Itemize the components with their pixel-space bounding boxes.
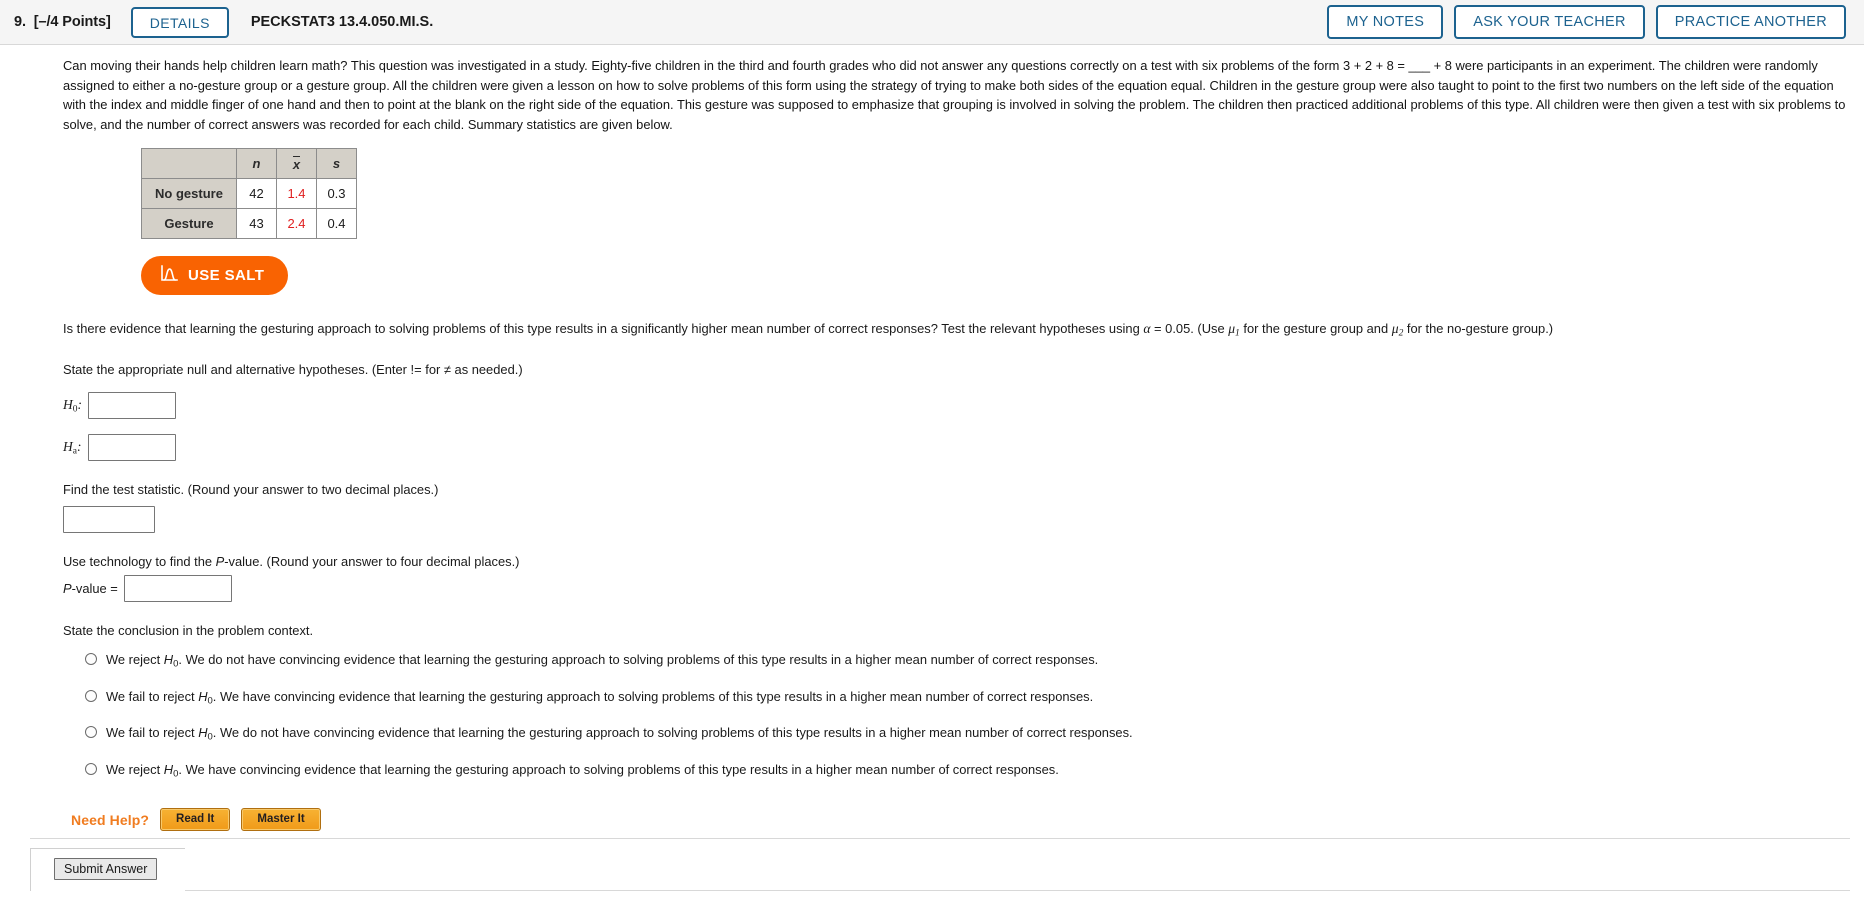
h0-row: H0: [63, 392, 1864, 420]
h0-label-colon: : [77, 397, 83, 413]
need-help-label: Need Help? [71, 811, 150, 828]
conclusion-option-1-label: We reject H0. We do not have convincing … [106, 651, 1098, 671]
question-prompt-part4: for the no-gesture group.) [1403, 321, 1554, 337]
p-value-row: P-value = [63, 575, 1864, 603]
conclusion-radio-1[interactable] [85, 653, 97, 666]
ha-row: Ha: [63, 434, 1864, 462]
cell-gesture-s: 0.4 [316, 208, 357, 240]
opt3-pre: We fail to reject [106, 725, 199, 741]
opt2-pre: We fail to reject [106, 688, 199, 704]
question-number: 9. [14, 14, 26, 30]
conclusion-option-1[interactable]: We reject H0. We do not have convincing … [85, 651, 1864, 671]
p-value-label-rest: -value = [71, 581, 118, 597]
test-statistic-instruction: Find the test statistic. (Round your ans… [63, 482, 439, 498]
submit-answer-button[interactable]: Submit Answer [54, 858, 158, 880]
problem-statement: Can moving their hands help children lea… [63, 58, 1846, 132]
summary-statistics-table: n x s No gesture 42 1.4 0.3 Gesture 43 2… [141, 148, 357, 240]
mu2-symbol: μ [1391, 321, 1399, 337]
conclusion-options: We reject H0. We do not have convincing … [85, 651, 1864, 781]
cell-no-gesture-n: 42 [236, 178, 277, 210]
opt1-pre: We reject [106, 652, 164, 668]
question-prompt-part2: = 0.05. (Use [1150, 321, 1229, 337]
cell-no-gesture-xbar: 1.4 [276, 178, 317, 210]
p-value-instruction: Use technology to find the P-value. (Rou… [63, 554, 1864, 569]
table-corner-cell [141, 148, 237, 180]
header-actions: MY NOTES ASK YOUR TEACHER PRACTICE ANOTH… [1327, 5, 1846, 39]
cell-gesture-xbar: 2.4 [276, 208, 317, 240]
conclusion-radio-2[interactable] [85, 689, 97, 702]
test-statistic-row [63, 506, 1864, 534]
row-label-no-gesture: No gesture [141, 178, 237, 210]
opt4-post: . We have convincing evidence that learn… [178, 761, 1059, 777]
use-salt-label: USE SALT [188, 267, 265, 285]
submit-area: Submit Answer [30, 848, 185, 891]
conclusion-radio-4[interactable] [85, 762, 97, 775]
p-value-label-italic: P [63, 581, 72, 597]
conclusion-radio-3[interactable] [85, 726, 97, 739]
question-prompt-part3: for the gesture group and [1239, 321, 1392, 337]
table-row: No gesture 42 1.4 0.3 [141, 178, 357, 210]
conclusion-instruction: State the conclusion in the problem cont… [63, 623, 314, 639]
conclusion-option-4-label: We reject H0. We have convincing evidenc… [106, 761, 1059, 781]
question-points: [–/4 Points] [33, 14, 111, 30]
column-header-n: n [236, 148, 277, 180]
conclusion-option-2-label: We fail to reject H0. We have convincing… [106, 688, 1093, 708]
question-prompt-part1: Is there evidence that learning the gest… [63, 321, 1144, 337]
ha-label: Ha: [63, 439, 88, 457]
ask-your-teacher-button[interactable]: ASK YOUR TEACHER [1454, 5, 1645, 39]
p-value-instruction-part1: Use technology to find the [63, 554, 216, 570]
need-help-section: Need Help? Read It Master It [71, 808, 1864, 832]
test-statistic-input[interactable] [63, 506, 155, 534]
footer-divider-lower [178, 890, 1850, 891]
distribution-curve-icon [160, 265, 179, 286]
opt1-h: H [163, 652, 174, 668]
h0-label-base: H [63, 397, 73, 413]
conclusion-option-4[interactable]: We reject H0. We have convincing evidenc… [85, 761, 1864, 781]
column-header-xbar: x [276, 148, 317, 180]
read-it-button[interactable]: Read It [160, 808, 231, 832]
summary-statistics-table-wrapper: n x s No gesture 42 1.4 0.3 Gesture 43 2… [141, 148, 1864, 240]
row-label-gesture: Gesture [141, 208, 237, 240]
opt3-post: . We do not have convincing evidence tha… [212, 725, 1133, 741]
question-body: Can moving their hands help children lea… [0, 45, 1864, 832]
p-value-input[interactable] [123, 575, 232, 603]
opt2-post: . We have convincing evidence that learn… [212, 688, 1094, 704]
p-value-instruction-italic: P [215, 554, 225, 570]
practice-another-button[interactable]: PRACTICE ANOTHER [1655, 5, 1846, 39]
cell-no-gesture-s: 0.3 [316, 178, 357, 210]
details-button[interactable]: DETAILS [130, 6, 229, 38]
footer-divider [30, 838, 1850, 839]
opt4-h: H [163, 761, 174, 777]
my-notes-button[interactable]: MY NOTES [1327, 5, 1444, 39]
hypotheses-instruction: State the appropriate null and alternati… [63, 362, 523, 378]
p-value-label: P-value = [63, 581, 118, 596]
question-header: 9. [–/4 Points] DETAILS PECKSTAT3 13.4.0… [0, 0, 1864, 45]
question-page: 9. [–/4 Points] DETAILS PECKSTAT3 13.4.0… [0, 0, 1864, 913]
question-prompt: Is there evidence that learning the gest… [63, 319, 1852, 341]
question-number-points: 9. [–/4 Points] [14, 14, 111, 30]
cell-gesture-n: 43 [236, 208, 277, 240]
opt1-post: . We do not have convincing evidence tha… [178, 652, 1099, 668]
opt2-h: H [198, 688, 208, 704]
ha-label-base: H [63, 439, 73, 455]
conclusion-option-3[interactable]: We fail to reject H0. We do not have con… [85, 724, 1864, 744]
table-row: Gesture 43 2.4 0.4 [141, 208, 357, 240]
master-it-button[interactable]: Master It [241, 808, 321, 832]
use-salt-button[interactable]: USE SALT [141, 256, 289, 296]
ha-label-colon: : [76, 439, 82, 455]
conclusion-option-3-label: We fail to reject H0. We do not have con… [106, 724, 1133, 744]
opt4-pre: We reject [106, 761, 164, 777]
column-header-s: s [316, 148, 357, 180]
opt3-h: H [198, 725, 208, 741]
h0-input[interactable] [88, 392, 176, 420]
table-header-row: n x s [141, 148, 357, 180]
conclusion-option-2[interactable]: We fail to reject H0. We have convincing… [85, 688, 1864, 708]
h0-label: H0: [63, 397, 88, 415]
question-code: PECKSTAT3 13.4.050.MI.S. [250, 14, 434, 30]
ha-input[interactable] [88, 434, 176, 462]
p-value-instruction-part2: -value. (Round your answer to four decim… [224, 554, 520, 570]
